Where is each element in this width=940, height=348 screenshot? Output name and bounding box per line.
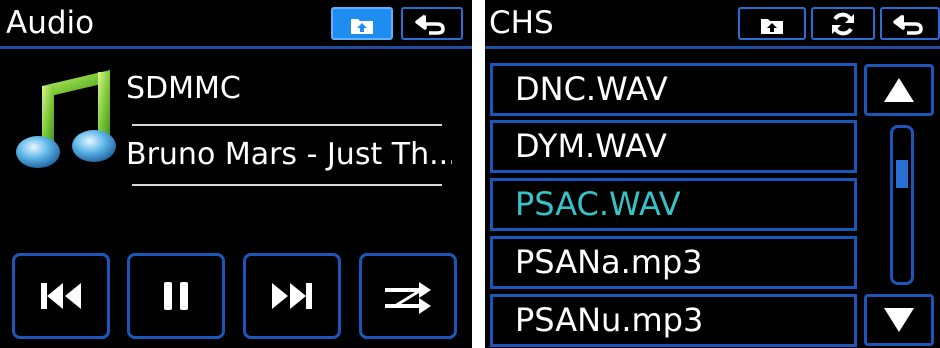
back-button[interactable] [880, 7, 940, 40]
previous-track-button[interactable] [12, 253, 110, 339]
folder-up-icon [761, 18, 783, 34]
browser-title-bar: CHS [485, 0, 940, 49]
previous-track-icon [41, 283, 81, 309]
file-item[interactable]: DNC.WAV [490, 63, 857, 116]
shuffle-icon [385, 282, 431, 314]
divider-top [132, 124, 442, 126]
refresh-button[interactable] [811, 7, 875, 40]
music-note-icon [12, 64, 120, 176]
triangle-up-icon [884, 78, 914, 102]
audio-title: Audio [6, 5, 95, 41]
audio-title-bar: Audio [0, 0, 472, 49]
pause-icon [164, 282, 188, 310]
scrollbar[interactable] [890, 125, 914, 285]
folder-up-icon [351, 18, 373, 34]
file-item[interactable]: PSANu.mp3 [490, 294, 857, 347]
scrollbar-thumb[interactable] [896, 159, 908, 188]
track-title: Bruno Mars - Just Th... [126, 138, 452, 172]
folder-title: CHS [489, 5, 554, 41]
folder-up-button[interactable] [738, 7, 806, 40]
back-arrow-icon [893, 14, 923, 35]
triangle-down-icon [884, 308, 914, 332]
file-browser-panel: CHS DNC.WAV DYM.WAV PSAC.WAV PSANa.mp3 P… [485, 0, 940, 348]
folder-up-button[interactable] [331, 7, 393, 40]
file-item[interactable]: PSANa.mp3 [490, 236, 857, 289]
pause-button[interactable] [127, 253, 225, 339]
refresh-icon [832, 12, 854, 35]
next-track-button[interactable] [243, 253, 341, 339]
divider-bottom [132, 184, 442, 186]
source-label: SDMMC [126, 71, 241, 106]
back-arrow-icon [415, 14, 445, 35]
scroll-up-button[interactable] [864, 64, 934, 116]
scroll-down-button[interactable] [864, 294, 934, 346]
back-button[interactable] [401, 7, 463, 40]
file-item[interactable]: DYM.WAV [490, 120, 857, 173]
file-item-selected[interactable]: PSAC.WAV [490, 178, 857, 231]
shuffle-button[interactable] [359, 253, 457, 339]
next-track-icon [272, 283, 312, 309]
audio-player-panel: Audio SDMMC Bruno Mars - Just Th... [0, 0, 472, 348]
